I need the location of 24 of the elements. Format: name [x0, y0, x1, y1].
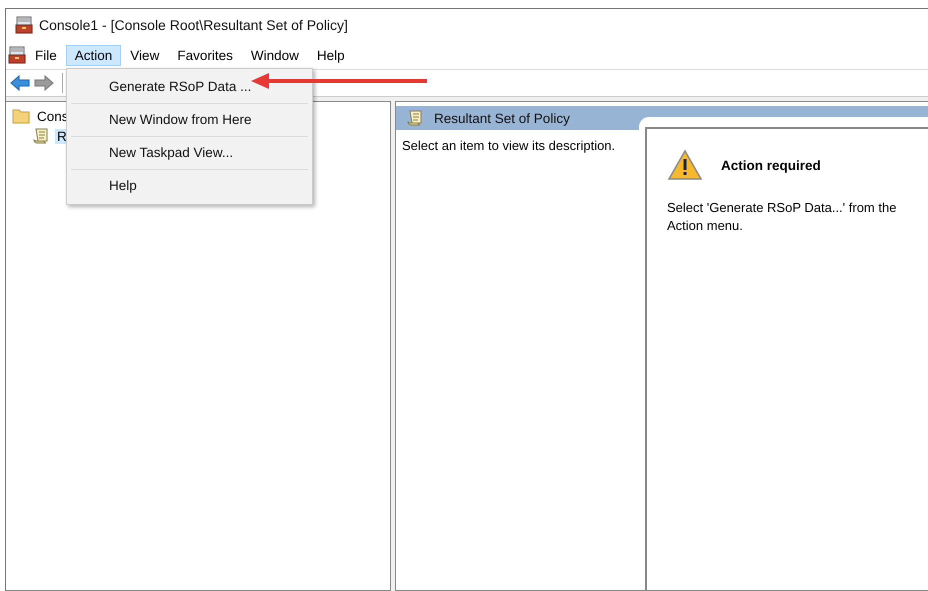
menu-item[interactable]: View — [121, 44, 168, 66]
menu-item[interactable]: File — [26, 44, 66, 66]
scroll-icon — [406, 109, 424, 127]
description-text: Select an item to view its description. — [402, 138, 616, 153]
toolbox-icon — [15, 16, 33, 34]
tree-item[interactable]: R — [55, 128, 67, 144]
menu-item[interactable]: Generate RSoP Data ... — [71, 71, 308, 103]
scroll-icon — [32, 127, 50, 145]
app-icon — [8, 46, 26, 64]
notice-heading: Action required — [721, 158, 821, 172]
warning-icon — [667, 149, 703, 181]
menu-item[interactable]: Help — [71, 169, 308, 202]
menu-item[interactable]: New Taskpad View... — [71, 136, 308, 169]
folder-icon — [12, 108, 30, 124]
panel-title: Resultant Set of Policy — [434, 110, 570, 126]
menu-item[interactable]: Window — [242, 44, 308, 66]
window-title: Console1 - [Console Root\Resultant Set of Policy] — [39, 17, 348, 33]
menu-item[interactable]: Favorites — [168, 44, 242, 66]
menu-item[interactable]: Help — [308, 44, 354, 66]
forward-icon[interactable] — [34, 75, 54, 91]
back-icon[interactable] — [10, 75, 30, 91]
menu-item[interactable]: New Window from Here — [71, 103, 308, 136]
menu-item[interactable]: Action — [66, 44, 122, 66]
notice-message: Select 'Generate RSoP Data...' from the Action menu. — [667, 199, 898, 235]
